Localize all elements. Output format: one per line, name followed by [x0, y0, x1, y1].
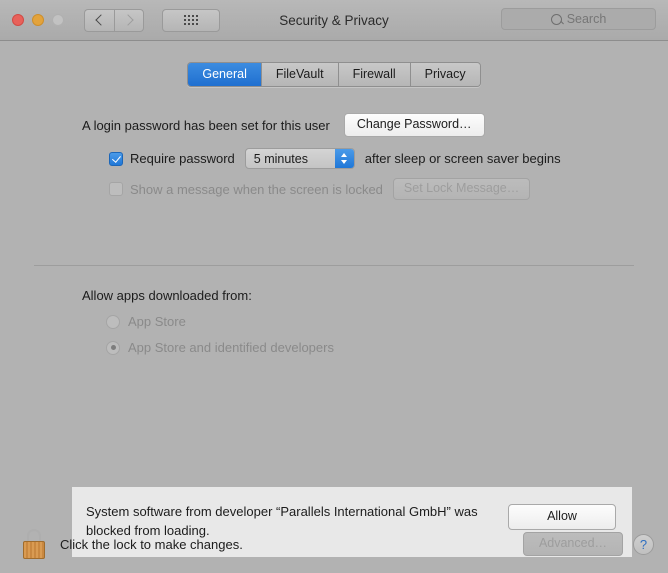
advanced-button: Advanced… [523, 532, 623, 556]
grid-dots-icon [184, 15, 198, 25]
minimize-button[interactable] [32, 14, 44, 26]
navigation-buttons [84, 8, 144, 32]
require-password-checkbox[interactable] [109, 151, 123, 166]
app-store-radio [106, 314, 120, 329]
search-icon [550, 13, 562, 25]
login-password-status: A login password has been set for this u… [82, 117, 330, 133]
show-lock-message-label: Show a message when the screen is locked [130, 181, 383, 197]
chevron-right-icon [121, 14, 134, 26]
lock-hint-text: Click the lock to make changes. [60, 536, 243, 552]
search-placeholder: Search [566, 12, 607, 26]
change-password-button[interactable]: Change Password… [343, 113, 485, 137]
close-button[interactable] [12, 14, 24, 26]
section-divider [34, 265, 634, 266]
radio-app-store: App Store [34, 314, 634, 329]
identified-developers-radio [106, 340, 120, 355]
forward-button [114, 8, 144, 32]
tab-firewall[interactable]: Firewall [338, 63, 411, 86]
radio-identified-developers: App Store and identified developers [34, 340, 634, 355]
chevron-left-icon [95, 14, 107, 26]
security-privacy-window: Security & Privacy Search General FileVa… [0, 0, 668, 573]
tab-bar: General FileVault Firewall Privacy [0, 41, 668, 87]
require-password-label: Require password [130, 151, 235, 166]
search-input[interactable]: Search [501, 8, 656, 30]
require-password-delay-value: 5 minutes [253, 151, 308, 166]
show-lock-message-checkbox[interactable] [109, 182, 123, 196]
require-password-delay-select[interactable]: 5 minutes [244, 148, 355, 169]
set-lock-message-button: Set Lock Message… [392, 178, 531, 200]
login-password-row: A login password has been set for this u… [34, 113, 634, 137]
require-password-suffix: after sleep or screen saver begins [364, 151, 561, 166]
identified-developers-label: App Store and identified developers [128, 340, 334, 355]
zoom-button [52, 14, 64, 26]
app-store-label: App Store [128, 314, 186, 329]
lock-message-row: Show a message when the screen is locked… [34, 178, 634, 200]
bottom-bar: Click the lock to make changes. Advanced… [0, 515, 668, 573]
general-pane: A login password has been set for this u… [0, 113, 668, 557]
require-password-row: Require password 5 minutes after sleep o… [34, 148, 634, 169]
back-button[interactable] [84, 8, 114, 32]
show-all-button[interactable] [162, 8, 220, 32]
traffic-light-group [0, 14, 64, 26]
tab-general[interactable]: General [188, 63, 262, 86]
stepper-arrows-icon [334, 149, 354, 168]
allow-apps-heading: Allow apps downloaded from: [82, 288, 252, 303]
lock-closed-icon[interactable] [22, 529, 46, 559]
help-button[interactable]: ? [633, 533, 654, 555]
bottom-bar-actions: Advanced… ? [523, 532, 654, 556]
tab-privacy[interactable]: Privacy [410, 63, 480, 86]
tab-filevault[interactable]: FileVault [261, 63, 339, 86]
window-titlebar: Security & Privacy Search [0, 0, 668, 41]
